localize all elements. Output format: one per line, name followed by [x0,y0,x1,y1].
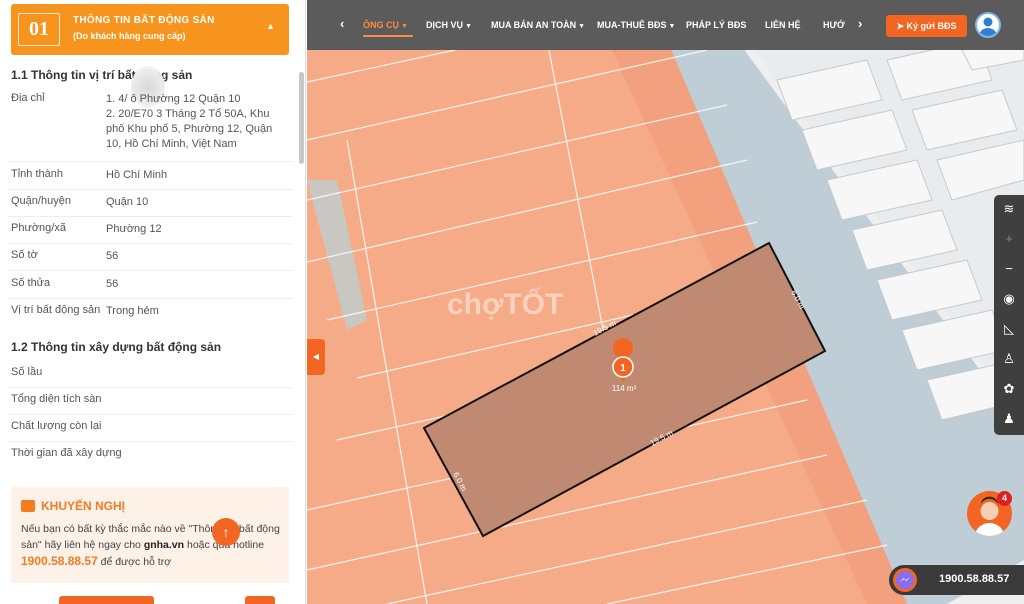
parcel-row: Số thửa 56 [8,277,292,299]
notification-badge: 4 [997,491,1012,506]
watermark: chợTỐT [447,287,563,321]
building-title: 1.2 Thông tin xây dựng bất động sản [11,340,222,354]
messenger-icon[interactable] [893,568,917,592]
advice-text: để được hỗ trợ [100,556,172,568]
person-icon[interactable]: ♙ [994,345,1024,373]
row-value: Phường 12 [106,223,162,235]
position-row: Vị trí bất động sản Trong hẻm [8,304,292,326]
row-key: Số lầu [11,366,43,378]
property-info-panel: 01 THÔNG TIN BẤT ĐỘNG SẢN (Do khách hàng… [0,0,306,604]
nav-prev-arrow[interactable]: ‹ [340,16,344,31]
row-key: Số tờ [11,249,38,261]
user-avatar-button[interactable] [975,12,1001,38]
row-key: Tỉnh thành [11,168,63,180]
scroll-top-button[interactable]: ↑ [212,518,240,546]
nav-item-safe-trade[interactable]: MUA BÁN AN TOÀN ▼ [491,20,585,30]
nav-next-arrow[interactable]: › [858,16,862,31]
streetview-icon[interactable]: ♟ [994,405,1024,433]
nav-item-legal[interactable]: PHÁP LÝ BĐS [686,20,746,30]
row-value: 56 [106,250,119,262]
row-value: Trong hẻm [106,305,159,317]
section-number: 01 [18,13,60,46]
scrollbar[interactable] [299,72,304,164]
post-button-label: Ký gửi BĐS [906,21,957,31]
nav-label: MUA-THUÊ BĐS [597,20,667,30]
address-row: Địa chỉ 1. 4/ ô Phường 12 Quận 10 2. 20/… [8,92,292,162]
advice-box: KHUYẾN NGHỊ Nếu bạn có bất kỳ thắc mắc n… [11,487,289,583]
row-key: Địa chỉ [11,92,45,104]
collapse-panel-button[interactable]: ◀ [307,339,325,375]
bottom-action-button[interactable] [59,596,154,604]
map-toolbar: ≋ + − ◉ ◺ ♙ ✿ ♟ [994,195,1024,435]
nav-item-guide[interactable]: HƯỚ [823,20,845,30]
nav-label: MUA BÁN AN TOÀN [491,20,577,30]
palette-icon[interactable]: ✿ [994,375,1024,403]
location-icon[interactable]: ◉ [994,285,1024,313]
zoom-out-icon[interactable]: − [994,255,1024,283]
zoom-in-icon[interactable]: + [994,225,1024,253]
layers-icon[interactable]: ≋ [994,195,1024,223]
chevron-up-icon[interactable]: ▲ [266,21,275,31]
section-subtitle: (Do khách hàng cung cấp) [73,31,186,41]
nav-label: LIÊN HỆ [765,20,801,30]
row-key: Tổng diện tích sàn [11,393,102,405]
nav-label: DỊCH VỤ [426,20,464,30]
chat-icon [21,500,35,512]
advice-phone[interactable]: 1900.58.88.57 [21,554,98,568]
ruler-icon[interactable]: ◺ [994,315,1024,343]
post-property-button[interactable]: ➤ Ký gửi BĐS [886,15,967,37]
nav-active-underline [363,35,413,37]
hotline-bar[interactable]: 1900.58.88.57 [889,565,1024,595]
floor-area-row: Tổng diện tích sàn [8,393,292,415]
quality-row: Chất lượng còn lại [8,420,292,442]
send-icon: ➤ [896,21,907,31]
nav-label: HƯỚ [823,20,845,30]
nav-item-services[interactable]: DỊCH VỤ ▼ [426,20,472,30]
parcel-area-label: 114 m² [612,384,637,393]
nav-label: PHÁP LÝ BĐS [686,20,747,30]
advice-title: KHUYẾN NGHỊ [21,499,125,513]
row-value: 1. 4/ ô Phường 12 Quận 10 2. 20/E70 3 Th… [106,92,286,152]
advice-site-link[interactable]: gnha.vn [144,539,184,551]
user-icon [979,17,997,36]
hotline-number: 1900.58.88.57 [939,573,1010,585]
marker-number: 1 [620,363,626,374]
province-row: Tỉnh thành Hồ Chí Minh [8,168,292,190]
row-key: Chất lượng còn lại [11,420,102,432]
row-key: Số thửa [11,277,51,289]
sheet-row: Số tờ 56 [8,249,292,271]
advice-title-text: KHUYẾN NGHỊ [41,499,126,513]
ward-row: Phường/xã Phường 12 [8,222,292,244]
floors-row: Số lầu [8,366,292,388]
map-canvas[interactable]: 19.5 m 19.5 m 6.0 m 6.0 m chợTỐT 1 114 m… [307,0,1024,604]
row-value: Hồ Chí Minh [106,169,168,181]
row-key: Thời gian đã xây dựng [11,447,122,459]
nav-item-tools[interactable]: ÔNG CỤ ▼ [363,20,408,30]
section-title: THÔNG TIN BẤT ĐỘNG SẢN [73,15,215,26]
nav-label: ÔNG CỤ [363,20,399,30]
row-value: Quận 10 [106,196,149,208]
nav-item-contact[interactable]: LIÊN HỆ [765,20,801,30]
address-line-2: 2. 20/E70 3 Tháng 2 Tổ 50A, Khu phố Khu … [106,108,273,150]
district-row: Quận/huyện Quận 10 [8,195,292,217]
row-key: Vị trí bất động sản [11,304,101,316]
row-value: 56 [106,278,119,290]
row-key: Quận/huyện [11,195,71,207]
row-key: Phường/xã [11,222,66,234]
bottom-action-button-2[interactable] [245,596,275,604]
advice-body: Nếu bạn có bất kỳ thắc mắc nào về "Thông… [21,521,283,570]
build-time-row: Thời gian đã xây dựng [8,447,292,469]
address-line-1: 1. 4/ ô Phường 12 Quận 10 [106,93,241,105]
location-title: 1.1 Thông tin vị trí bất động sản [11,68,193,82]
nav-item-buy-rent[interactable]: MUA-THUÊ BĐS ▼ [597,20,675,30]
section-header[interactable]: 01 THÔNG TIN BẤT ĐỘNG SẢN (Do khách hàng… [11,4,289,55]
map-svg: 19.5 m 19.5 m 6.0 m 6.0 m chợTỐT 1 114 m… [307,0,1024,604]
top-nav: ‹ ÔNG CỤ ▼ DỊCH VỤ ▼ MUA BÁN AN TOÀN ▼ MUA-… [307,0,1024,50]
